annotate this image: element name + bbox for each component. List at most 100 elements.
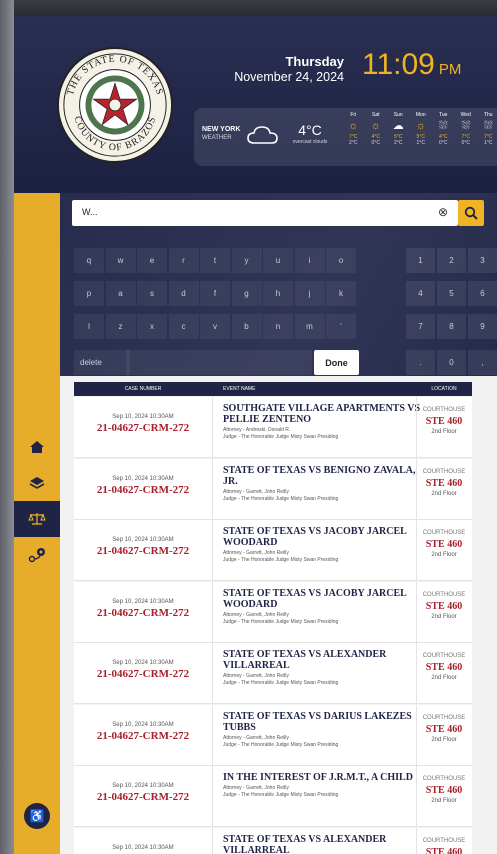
case-number: 21-04627-CRM-272 <box>96 545 190 557</box>
forecast-day: Sat ☼ 4°C 0°C <box>365 112 388 146</box>
event-cell: STATE OF TEXAS VS BENIGNO ZAVALA, JR. Att… <box>223 465 423 503</box>
key-num-2-1[interactable]: 8 <box>437 314 466 339</box>
location-building: COURTHOUSE <box>422 714 466 721</box>
key-num-1-0[interactable]: 4 <box>406 281 435 306</box>
sidebar-item-directions[interactable] <box>14 537 60 573</box>
key-num-1-1[interactable]: 5 <box>437 281 466 306</box>
hearing-datetime: Sep 10, 2024 10:30AM <box>112 414 174 420</box>
table-row[interactable]: Sep 10, 2024 10:30AM21-04627-CRM-272STAT… <box>74 458 472 520</box>
judge: Judge - The Honorable Judge Misty Swan P… <box>223 680 339 686</box>
key-k[interactable]: k <box>326 281 356 306</box>
table-row[interactable]: Sep 10, 2024 10:30AM21-04627-CRM-272STAT… <box>74 643 472 704</box>
scales-icon <box>28 513 46 525</box>
kiosk-screen: THE STATE OF TEXAS COUNTY OF BRAZOS Thur… <box>14 16 497 854</box>
key-n[interactable]: n <box>263 314 293 339</box>
key-l[interactable]: l <box>74 314 104 339</box>
location-cell: COURTHOUSE STE 460 2nd Floor <box>416 529 472 560</box>
key-b[interactable]: b <box>231 314 262 339</box>
key-'[interactable]: ' <box>326 314 356 339</box>
forecast-day: Sun ☁ 5°C 2°C <box>387 112 410 146</box>
done-button[interactable]: Done <box>314 350 359 375</box>
key-y[interactable]: y <box>231 248 262 273</box>
table-row[interactable]: Sep 10, 2024 10:30AM21-04627-CRM-272STAT… <box>74 581 472 643</box>
forecast-day: Tue ⛆ 4°C 0°C <box>432 112 455 146</box>
case-number: 21-04627-CRM-272 <box>96 729 190 742</box>
judge: Judge - The Honorable Judge Misty Swan P… <box>223 741 339 748</box>
judge: Judge - The Honorable Judge Misty Swan P… <box>223 557 339 563</box>
location-floor: 2nd Floor <box>431 429 457 435</box>
event-name: STATE OF TEXAS VS BENIGNO ZAVALA, JR. <box>223 464 416 487</box>
key-num-2-0[interactable]: 7 <box>406 314 435 339</box>
location-cell: COURTHOUSE STE 460 2nd Floor <box>416 714 472 745</box>
space-key[interactable] <box>126 350 312 375</box>
delete-key[interactable]: delete <box>74 350 130 375</box>
key-c[interactable]: c <box>168 314 199 339</box>
search-input[interactable]: W... ⊗ <box>72 200 458 226</box>
key-num-3-0[interactable]: . <box>406 350 435 375</box>
key-v[interactable]: v <box>200 314 230 339</box>
key-m[interactable]: m <box>294 314 325 339</box>
forecast-low: 0°C <box>439 140 448 146</box>
hearing-datetime: Sep 10, 2024 10:30AM <box>112 537 174 543</box>
location-cell: COURTHOUSE STE 460 2nd Floor <box>416 406 472 437</box>
key-g[interactable]: g <box>231 281 262 306</box>
key-s[interactable]: s <box>137 281 167 306</box>
key-u[interactable]: u <box>263 248 293 273</box>
key-e[interactable]: e <box>137 248 167 273</box>
key-x[interactable]: x <box>137 314 167 339</box>
location-cell: COURTHOUSE STE 460 2nd Floor <box>416 591 472 622</box>
forecast-day: Wed ⛆ 7°C 0°C <box>455 112 478 146</box>
hearing-datetime: Sep 10, 2024 10:30AM <box>112 844 174 851</box>
key-r[interactable]: r <box>168 248 199 273</box>
weather-city-name: NEW YORK <box>202 126 241 133</box>
location-room: STE 460 <box>425 477 463 489</box>
location-building: COURTHOUSE <box>422 653 466 659</box>
key-num-3-2[interactable]: , <box>468 350 497 375</box>
key-p[interactable]: p <box>74 281 104 306</box>
location-floor: 2nd Floor <box>431 613 457 620</box>
column-divider <box>212 704 213 765</box>
table-row[interactable]: Sep 10, 2024 10:30AM21-04627-CRM-272STAT… <box>74 827 472 854</box>
key-f[interactable]: f <box>200 281 230 306</box>
column-divider <box>212 643 213 703</box>
rain-icon: ⛆ <box>438 120 448 132</box>
key-num-3-1[interactable]: 0 <box>437 350 466 375</box>
sun-icon: ☼ <box>348 120 359 132</box>
table-row[interactable]: Sep 10, 2024 10:30AM21-04627-CRM-272STAT… <box>74 704 472 766</box>
location-cell: COURTHOUSE STE 460 2nd Floor <box>416 468 472 499</box>
key-w[interactable]: w <box>105 248 136 273</box>
table-row[interactable]: Sep 10, 2024 10:30AM21-04627-CRM-272STAT… <box>74 520 472 581</box>
key-num-0-1[interactable]: 2 <box>437 248 466 273</box>
key-num-0-0[interactable]: 1 <box>406 248 435 273</box>
table-header: CASE NUMBER EVENT NAME LOCATION <box>74 382 472 396</box>
search-button[interactable] <box>458 200 484 226</box>
sidebar-item-layers[interactable] <box>14 465 60 501</box>
column-divider <box>212 766 213 826</box>
accessibility-button[interactable]: ♿ <box>24 803 50 829</box>
key-d[interactable]: d <box>168 281 199 306</box>
key-num-0-2[interactable]: 3 <box>468 248 497 273</box>
sidebar-item-home[interactable] <box>14 429 60 465</box>
key-h[interactable]: h <box>263 281 293 306</box>
current-date: November 24, 2024 <box>234 70 344 84</box>
key-t[interactable]: t <box>200 248 230 273</box>
key-num-2-2[interactable]: 9 <box>468 314 497 339</box>
key-a[interactable]: a <box>105 281 136 306</box>
clear-icon[interactable]: ⊗ <box>438 205 448 219</box>
forecast-low: 1°C <box>416 140 425 146</box>
location-building: COURTHOUSE <box>422 837 466 844</box>
sidebar-item-court-schedule[interactable] <box>14 501 60 537</box>
key-z[interactable]: z <box>105 314 136 339</box>
clock-time: 11:09 <box>362 48 435 81</box>
location-building: COURTHOUSE <box>422 407 466 413</box>
location-floor: 2nd Floor <box>431 675 457 681</box>
key-q[interactable]: q <box>74 248 104 273</box>
key-num-1-2[interactable]: 6 <box>468 281 497 306</box>
key-o[interactable]: o <box>326 248 356 273</box>
key-j[interactable]: j <box>294 281 325 306</box>
table-row[interactable]: Sep 10, 2024 10:30AM 21-04627-CRM-272 IN T… <box>74 766 472 827</box>
key-i[interactable]: i <box>294 248 325 273</box>
location-building: COURTHOUSE <box>422 776 466 782</box>
case-number: 21-04627-CRM-272 <box>96 791 190 803</box>
table-row[interactable]: Sep 10, 2024 10:30AM 21-04627-CRM-272 SOUT… <box>74 397 472 458</box>
